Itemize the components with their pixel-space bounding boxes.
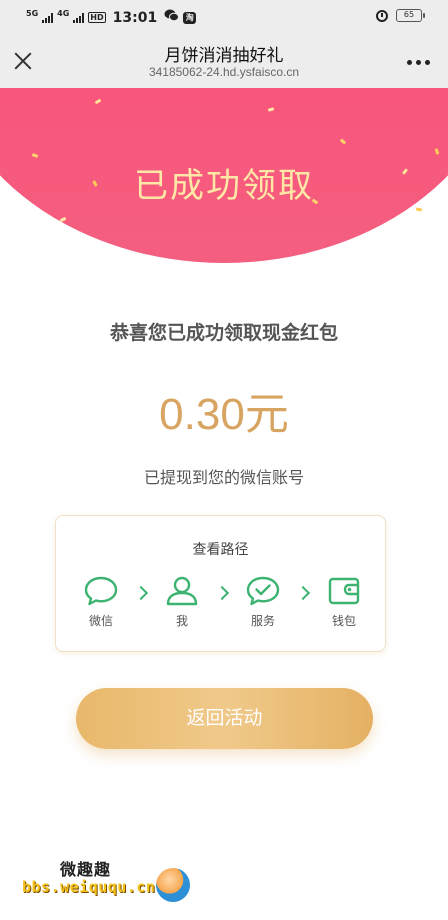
chevron-right-icon (295, 585, 311, 601)
path-step-service: 服务 (233, 576, 293, 629)
path-card: 查看路径 微信 我 服务 钱包 (55, 515, 386, 652)
path-step-me: 我 (152, 576, 212, 629)
page-title: 月饼消消抽好礼 (164, 46, 284, 66)
amount-unit: 元 (244, 389, 289, 440)
wechat-icon (164, 9, 180, 26)
path-step-wallet: 钱包 (314, 576, 374, 629)
path-title: 查看路径 (192, 542, 249, 558)
chevron-right-icon (133, 585, 149, 601)
path-step-label: 钱包 (331, 614, 356, 628)
congrats-text: 恭喜您已成功领取现金红包 (109, 322, 338, 344)
return-to-activity-button[interactable]: 返回活动 (76, 688, 373, 749)
path-step-label: 服务 (250, 614, 275, 628)
page-url: 34185062-24.hd.ysfaisco.cn (148, 65, 300, 79)
cash-amount: 0.30元 (0, 378, 448, 442)
checkmark-bubble-icon (233, 576, 293, 606)
chat-bubble-icon (71, 576, 131, 606)
status-left: 5G 4G HD 13:01 淘 (26, 8, 197, 26)
signal-icon (42, 12, 54, 23)
path-step-wechat: 微信 (71, 576, 131, 629)
watermark-logo (156, 868, 190, 902)
alarm-icon (376, 9, 388, 22)
user-icon (152, 576, 212, 606)
network-5g-label: 5G (26, 8, 39, 18)
hd-badge: HD (88, 12, 106, 23)
watermark-site-name: 微趣趣 (60, 860, 112, 879)
status-bar: 5G 4G HD 13:01 淘 65 (0, 0, 448, 34)
withdraw-note: 已提现到您的微信账号 (143, 468, 304, 487)
confetti-piece (415, 207, 423, 212)
amount-value: 0.30 (159, 390, 245, 439)
browser-header: 月饼消消抽好礼 34185062-24.hd.ysfaisco.cn (0, 34, 448, 88)
clock-time: 13:01 (112, 9, 158, 26)
wallet-icon (314, 576, 374, 606)
battery-icon: 65 (396, 9, 425, 22)
signal-icon-2 (73, 12, 85, 23)
chevron-right-icon (214, 585, 230, 601)
banner-title: 已成功领取 (134, 166, 314, 206)
taobao-icon: 淘 (183, 11, 197, 24)
network-4g-label: 4G (57, 8, 70, 18)
success-banner: 已成功领取 (0, 88, 448, 268)
path-step-label: 我 (175, 614, 188, 628)
more-icon[interactable] (407, 60, 430, 65)
watermark-url: bbs.weiququ.cn (22, 878, 156, 896)
status-right: 65 (376, 9, 425, 22)
path-step-label: 微信 (88, 614, 113, 628)
